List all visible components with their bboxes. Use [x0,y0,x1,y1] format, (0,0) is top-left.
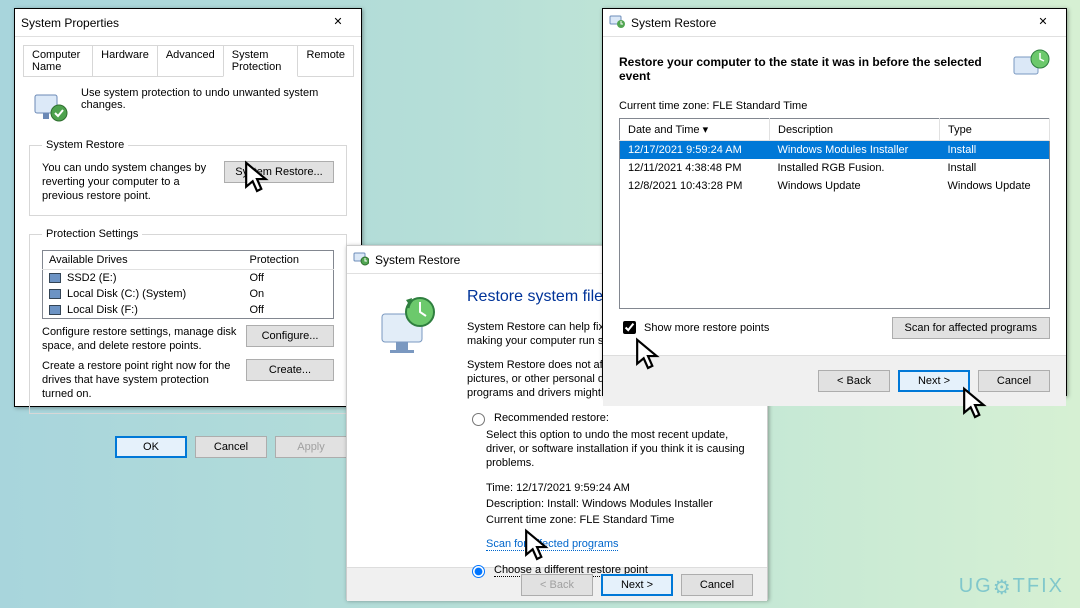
drives-table: Available Drives Protection SSD2 (E:)Off… [42,250,334,319]
table-row[interactable]: 12/17/2021 9:59:24 AMWindows Modules Ins… [620,141,1050,160]
scan-affected-button[interactable]: Scan for affected programs [892,317,1050,339]
configure-button[interactable]: Configure... [246,325,334,347]
system-restore-group: System Restore You can undo system chang… [29,139,347,216]
table-row[interactable]: SSD2 (E:)Off [43,270,334,287]
table-row[interactable]: 12/11/2021 4:38:48 PMInstalled RGB Fusio… [620,159,1050,177]
col-description[interactable]: Description [770,119,940,141]
restore-icon [609,13,625,32]
tab-system-protection[interactable]: System Protection [223,45,299,77]
protection-settings-group: Protection Settings Available Drives Pro… [29,228,347,414]
tab-remote[interactable]: Remote [297,45,354,77]
sort-down-icon: ▾ [703,124,709,136]
protection-icon [29,87,69,127]
tab-advanced[interactable]: Advanced [157,45,224,77]
system-restore-points-window: System Restore ✕ Restore your computer t… [602,8,1067,396]
back-button[interactable]: < Back [521,574,593,596]
system-properties-window: System Properties ✕ Computer Name Hardwa… [14,8,362,407]
window-title: System Restore [375,253,460,267]
table-row[interactable]: Local Disk (C:) (System)On [43,286,334,302]
col-datetime[interactable]: Date and Time ▾ [620,119,770,141]
col-drive[interactable]: Available Drives [43,251,244,270]
next-button[interactable]: Next > [601,574,673,596]
col-protection[interactable]: Protection [244,251,334,270]
table-row[interactable]: Local Disk (F:)Off [43,302,334,319]
restore-icon [353,250,369,269]
protection-hint: Use system protection to undo unwanted s… [81,87,347,127]
wizard-art [347,274,467,567]
col-type[interactable]: Type [940,119,1050,141]
table-row[interactable]: 12/8/2021 10:43:28 PMWindows UpdateWindo… [620,177,1050,195]
timezone-label: Current time zone: FLE Standard Time [603,100,1066,118]
window-title: System Properties [21,16,119,30]
option-recommended[interactable]: Recommended restore: [467,410,747,426]
restore-art-icon [1010,47,1050,90]
tab-hardware[interactable]: Hardware [92,45,158,77]
restore-points-table: Date and Time ▾ Description Type 12/17/2… [619,118,1050,309]
scan-affected-link[interactable]: Scan for affected programs [486,538,618,551]
next-button[interactable]: Next > [898,370,970,392]
titlebar: System Restore ✕ [603,9,1066,37]
close-icon[interactable]: ✕ [1026,12,1060,34]
back-button[interactable]: < Back [818,370,890,392]
close-icon[interactable]: ✕ [321,12,355,34]
ok-button[interactable]: OK [115,436,187,458]
tabs-row: Computer Name Hardware Advanced System P… [15,37,361,77]
show-more-checkbox[interactable]: Show more restore points [619,318,769,337]
system-restore-text: You can undo system changes by reverting… [42,161,214,203]
system-restore-button[interactable]: System Restore... [224,161,334,183]
window-title: System Restore [631,16,716,30]
cancel-button[interactable]: Cancel [978,370,1050,392]
watermark-logo: UG⚙TFIX [959,573,1064,598]
apply-button[interactable]: Apply [275,436,347,458]
titlebar: System Properties ✕ [15,9,361,37]
tab-computer-name[interactable]: Computer Name [23,45,93,77]
headline: Restore your computer to the state it wa… [619,55,1010,83]
cancel-button[interactable]: Cancel [195,436,267,458]
create-button[interactable]: Create... [246,359,334,381]
cancel-button[interactable]: Cancel [681,574,753,596]
